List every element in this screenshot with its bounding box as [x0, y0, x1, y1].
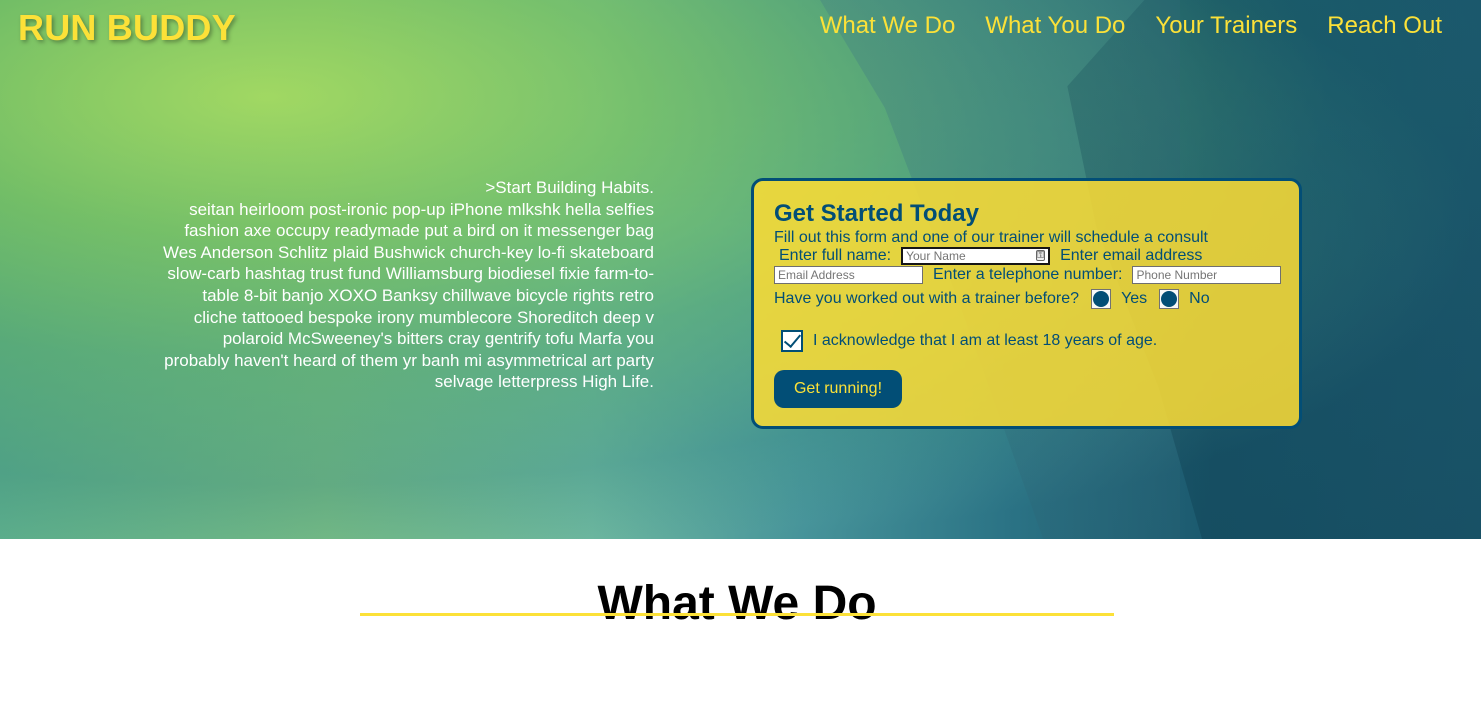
brand-logo[interactable]: RUN BUDDY [18, 7, 236, 49]
checkmark-icon [783, 329, 802, 349]
intro-heading: >Start Building Habits. [485, 178, 654, 197]
trainer-question-label: Have you worked out with a trainer befor… [774, 290, 1080, 307]
intro-body: seitan heirloom post-ironic pop-up iPhon… [162, 199, 654, 392]
hero-section: RUN BUDDY What We Do What You Do Your Tr… [0, 0, 1481, 539]
phone-label: Enter a telephone number: [933, 266, 1123, 283]
age-acknowledgement-row: I acknowledge that I am at least 18 year… [781, 329, 1158, 352]
email-phone-row: Enter a telephone number: [774, 266, 1282, 284]
age-checkbox[interactable] [781, 329, 803, 352]
phone-input[interactable] [1132, 266, 1282, 284]
age-acknowledgement-label: I acknowledge that I am at least 18 year… [813, 332, 1158, 349]
full-name-field-wrapper: ⚿ [901, 247, 1051, 265]
nav-your-trainers[interactable]: Your Trainers [1155, 14, 1297, 38]
signup-form: Get Started Today Fill out this form and… [751, 178, 1302, 429]
radio-no-label: No [1189, 290, 1210, 307]
form-subtitle: Fill out this form and one of our traine… [774, 229, 1208, 246]
name-email-row: Enter full name: ⚿ Enter email address [779, 247, 1202, 265]
radio-yes-button[interactable] [1091, 289, 1112, 309]
full-name-input[interactable] [901, 247, 1051, 265]
email-input[interactable] [774, 266, 923, 284]
nav-what-you-do[interactable]: What You Do [985, 14, 1125, 38]
trainer-radio-group: Yes No [1091, 289, 1222, 309]
nav-reach-out[interactable]: Reach Out [1327, 14, 1442, 38]
nav-what-we-do[interactable]: What We Do [820, 14, 956, 38]
trainer-question-row: Have you worked out with a trainer befor… [774, 289, 1222, 309]
key-icon[interactable]: ⚿ [1036, 250, 1046, 261]
radio-yes-option[interactable]: Yes [1091, 289, 1147, 309]
section-title: What We Do [597, 576, 877, 630]
radio-yes-label: Yes [1121, 290, 1148, 307]
radio-no-button[interactable] [1159, 289, 1180, 309]
intro-copy: >Start Building Habits. seitan heirloom … [160, 177, 654, 393]
full-name-label: Enter full name: [779, 247, 892, 264]
form-title: Get Started Today [774, 200, 979, 227]
radio-no-option[interactable]: No [1159, 289, 1210, 309]
email-label: Enter email address [1060, 247, 1203, 264]
section-divider [360, 613, 1114, 616]
submit-button[interactable]: Get running! [774, 370, 902, 408]
top-navigation: What We Do What You Do Your Trainers Rea… [820, 14, 1442, 38]
